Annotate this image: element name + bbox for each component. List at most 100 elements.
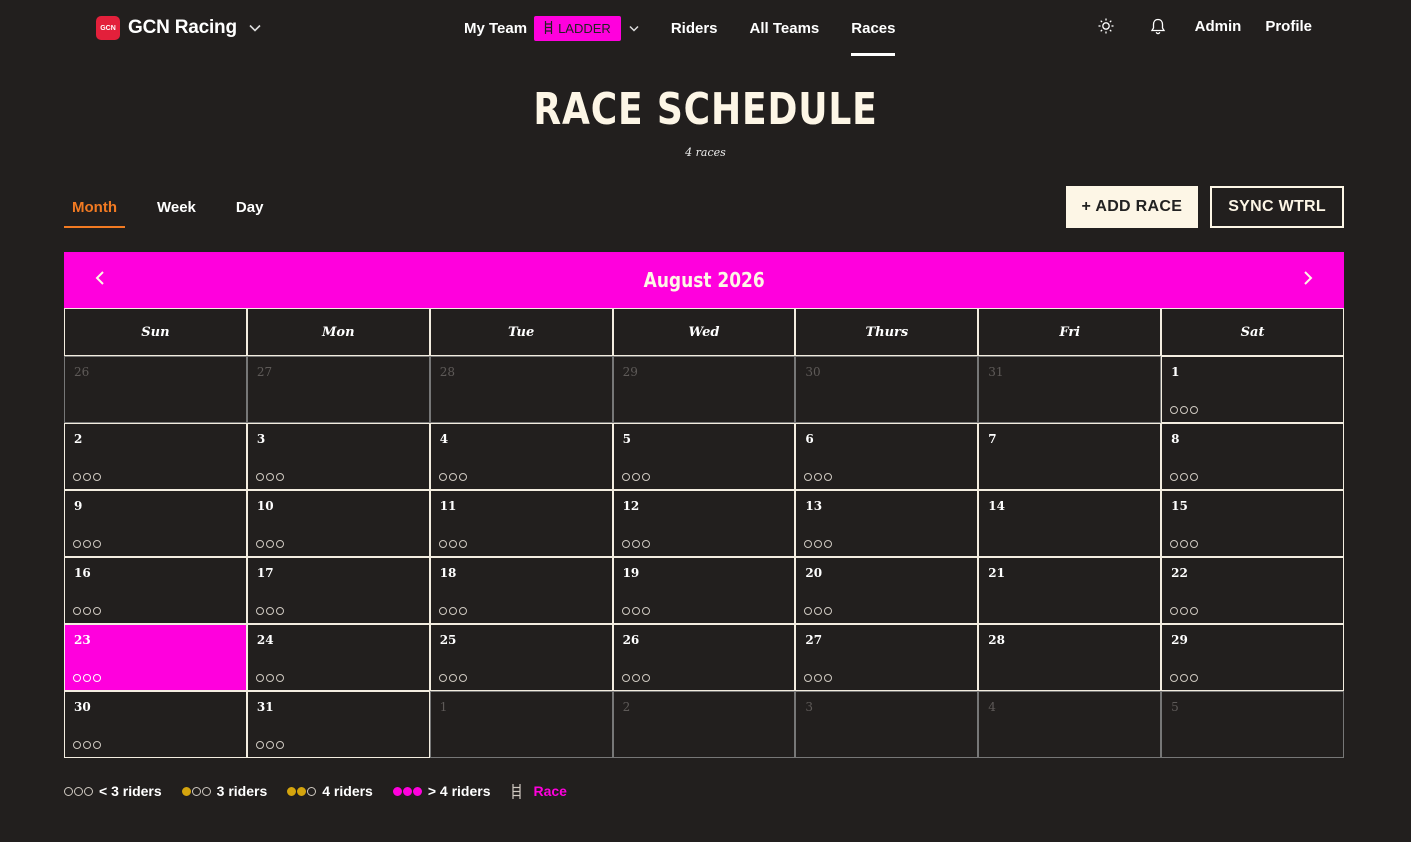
legend-eq3-label: 3 riders bbox=[216, 783, 268, 799]
nav-races[interactable]: Races bbox=[851, 20, 896, 56]
race-count: 4 races bbox=[685, 146, 726, 159]
calendar-day[interactable]: 8 bbox=[1161, 423, 1344, 490]
legend-gt4: > 4 riders bbox=[392, 783, 491, 799]
nav-right: Admin Profile bbox=[1096, 16, 1312, 36]
day-number: 2 bbox=[74, 432, 83, 446]
day-number: 1 bbox=[1171, 365, 1180, 379]
view-tabs: Month Week Day bbox=[64, 196, 271, 228]
legend-gt4-label: > 4 riders bbox=[427, 783, 491, 799]
legend-lt3: < 3 riders bbox=[64, 783, 162, 799]
chevron-down-icon[interactable] bbox=[629, 25, 639, 32]
calendar-day[interactable]: 7 bbox=[978, 423, 1162, 490]
sun-icon[interactable] bbox=[1096, 16, 1116, 36]
calendar-day[interactable]: 20 bbox=[795, 557, 979, 624]
rider-dots-icon bbox=[255, 473, 284, 481]
rider-dots-icon bbox=[255, 540, 284, 548]
rider-dots-icon bbox=[438, 674, 467, 682]
sync-wtrl-button[interactable]: SYNC WTRL bbox=[1210, 186, 1344, 228]
day-number: 19 bbox=[622, 566, 640, 580]
day-number: 14 bbox=[988, 499, 1005, 513]
calendar-day[interactable]: 4 bbox=[978, 691, 1162, 758]
nav-profile[interactable]: Profile bbox=[1265, 18, 1312, 35]
calendar-day[interactable]: 22 bbox=[1161, 557, 1344, 624]
calendar-day[interactable]: 3 bbox=[795, 691, 979, 758]
day-number: 27 bbox=[256, 365, 273, 379]
calendar-day[interactable]: 9 bbox=[64, 490, 247, 557]
chevron-left-icon[interactable] bbox=[90, 269, 110, 292]
calendar-day[interactable]: 1 bbox=[1161, 356, 1344, 423]
day-number: 5 bbox=[622, 432, 631, 446]
rider-dots-icon bbox=[287, 786, 317, 796]
calendar-day[interactable]: 4 bbox=[429, 423, 613, 490]
calendar-day[interactable]: 24 bbox=[246, 624, 430, 691]
ladder-label: LADDER bbox=[558, 21, 611, 36]
weekday-sun: Sun bbox=[64, 308, 247, 356]
calendar-day[interactable]: 11 bbox=[429, 490, 613, 557]
legend-eq3: 3 riders bbox=[181, 783, 268, 799]
calendar-day[interactable]: 30 bbox=[64, 691, 247, 758]
rider-dots-icon bbox=[73, 607, 101, 615]
calendar-day[interactable]: 12 bbox=[612, 490, 796, 557]
day-number: 31 bbox=[256, 700, 274, 714]
day-number: 16 bbox=[74, 566, 91, 580]
day-number: 3 bbox=[256, 432, 266, 446]
calendar-day[interactable]: 28 bbox=[429, 356, 613, 423]
rider-dots-icon bbox=[1170, 674, 1199, 682]
calendar-day[interactable]: 1 bbox=[429, 691, 613, 758]
nav-all-teams[interactable]: All Teams bbox=[750, 20, 820, 37]
calendar-day[interactable]: 30 bbox=[795, 356, 979, 423]
day-number: 8 bbox=[1171, 432, 1180, 446]
calendar-day[interactable]: 27 bbox=[795, 624, 979, 691]
day-number: 6 bbox=[805, 432, 814, 446]
calendar-day[interactable]: 18 bbox=[429, 557, 613, 624]
calendar-day[interactable]: 3 bbox=[246, 423, 430, 490]
rider-dots-icon bbox=[392, 786, 422, 796]
weekday-wed: Wed bbox=[612, 308, 796, 356]
calendar-day[interactable]: 16 bbox=[64, 557, 247, 624]
day-number: 1 bbox=[439, 700, 448, 714]
calendar-day[interactable]: 29 bbox=[1161, 624, 1344, 691]
chevron-right-icon[interactable] bbox=[1298, 269, 1318, 292]
calendar-day[interactable]: 26 bbox=[612, 624, 796, 691]
calendar-day[interactable]: 14 bbox=[978, 490, 1162, 557]
calendar-day[interactable]: 2 bbox=[64, 423, 247, 490]
day-number: 26 bbox=[622, 633, 640, 647]
calendar-day[interactable]: 5 bbox=[612, 423, 796, 490]
calendar-day[interactable]: 29 bbox=[612, 356, 796, 423]
nav-admin[interactable]: Admin bbox=[1195, 18, 1242, 35]
calendar-day-today[interactable]: 23 bbox=[64, 624, 247, 691]
calendar-day[interactable]: 31 bbox=[246, 691, 430, 758]
calendar-day[interactable]: 6 bbox=[795, 423, 979, 490]
tab-week[interactable]: Week bbox=[149, 196, 204, 228]
day-number: 20 bbox=[805, 566, 823, 580]
tab-day[interactable]: Day bbox=[228, 196, 272, 228]
calendar-day[interactable]: 10 bbox=[246, 490, 430, 557]
calendar-day[interactable]: 21 bbox=[978, 557, 1162, 624]
calendar-day[interactable]: 5 bbox=[1161, 691, 1344, 758]
rider-dots-icon bbox=[73, 741, 101, 749]
nav-riders[interactable]: Riders bbox=[671, 20, 718, 37]
bell-icon[interactable] bbox=[1148, 16, 1168, 36]
calendar-day[interactable]: 2 bbox=[612, 691, 796, 758]
calendar-day[interactable]: 26 bbox=[64, 356, 247, 423]
calendar-day[interactable]: 28 bbox=[978, 624, 1162, 691]
day-number: 25 bbox=[439, 633, 457, 647]
calendar-day[interactable]: 19 bbox=[612, 557, 796, 624]
tab-month[interactable]: Month bbox=[64, 196, 125, 228]
calendar-day[interactable]: 25 bbox=[429, 624, 613, 691]
calendar-day[interactable]: 15 bbox=[1161, 490, 1344, 557]
calendar-day[interactable]: 13 bbox=[795, 490, 979, 557]
calendar-day[interactable]: 31 bbox=[978, 356, 1162, 423]
nav-my-team[interactable]: My Team bbox=[464, 20, 527, 37]
rider-dots-icon bbox=[181, 786, 211, 796]
day-number: 3 bbox=[805, 700, 814, 714]
day-number: 18 bbox=[439, 566, 457, 580]
rider-dots-icon bbox=[804, 674, 833, 682]
calendar-day[interactable]: 27 bbox=[246, 356, 430, 423]
calendar-day[interactable]: 17 bbox=[246, 557, 430, 624]
ladder-badge[interactable]: LADDER bbox=[534, 16, 621, 41]
add-race-button[interactable]: + ADD RACE bbox=[1065, 186, 1199, 228]
brand-menu[interactable]: GCN GCN Racing bbox=[96, 16, 261, 40]
day-number: 9 bbox=[74, 499, 83, 513]
gcn-logo: GCN bbox=[96, 16, 120, 40]
